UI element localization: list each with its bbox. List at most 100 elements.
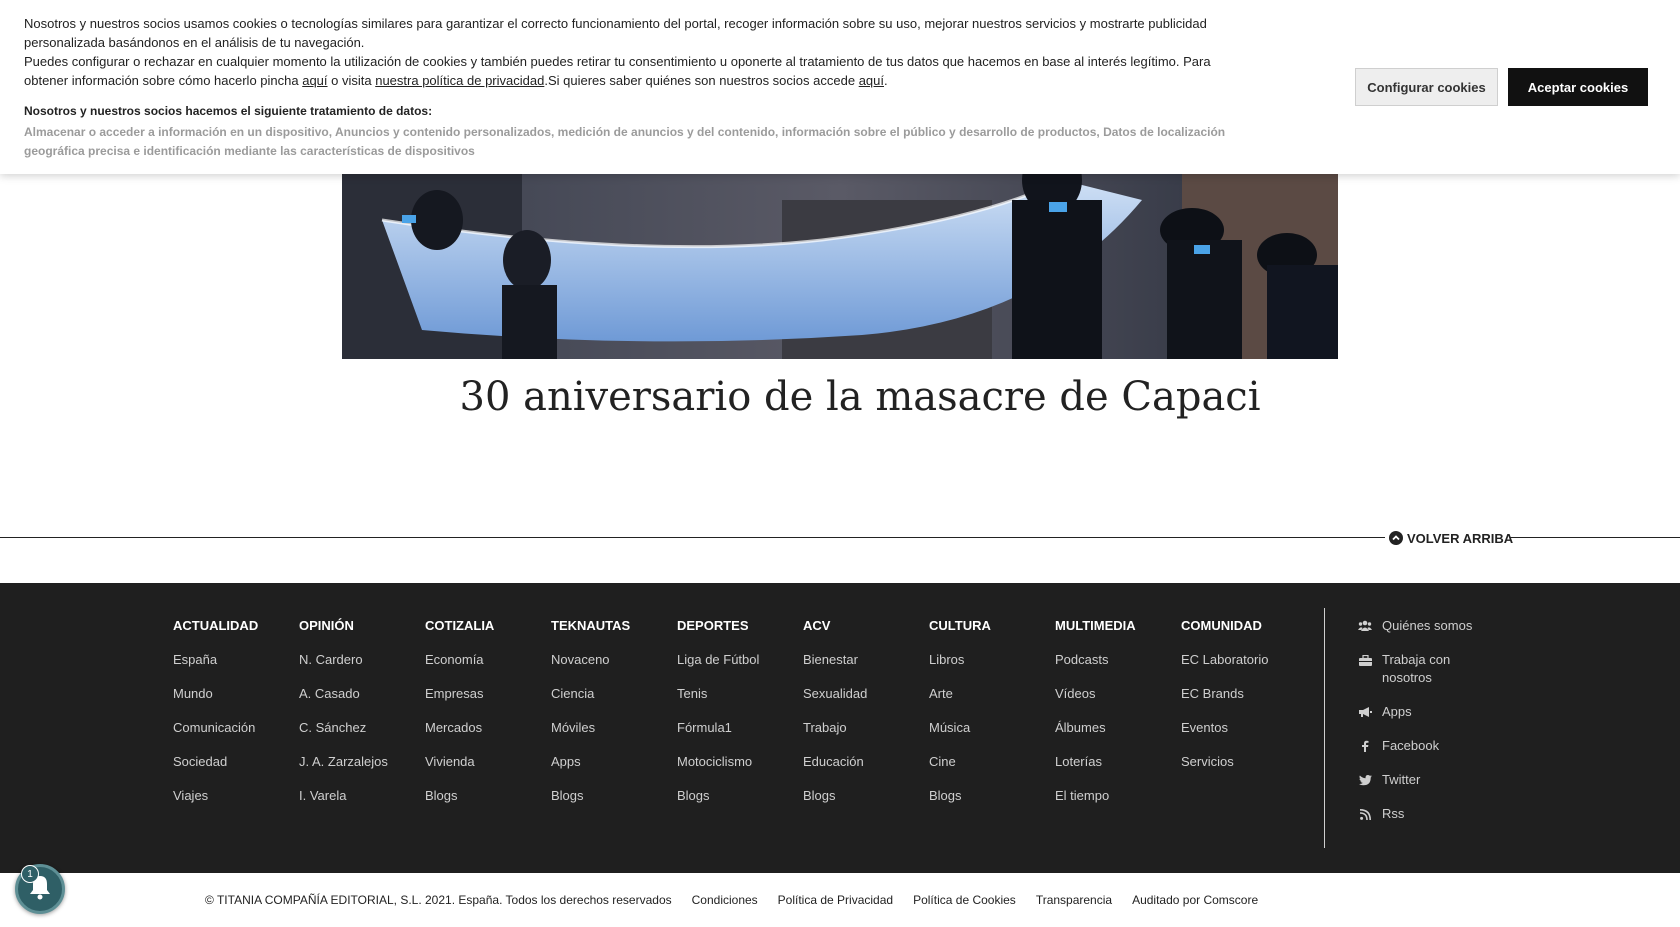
cookie-notice-text: Nosotros y nuestros socios usamos cookie… <box>24 14 1234 90</box>
footer-link[interactable]: Apps <box>551 753 677 787</box>
transparency-link[interactable]: Transparencia <box>1036 893 1112 907</box>
conditions-link[interactable]: Condiciones <box>692 893 758 907</box>
footer-column-title[interactable]: COTIZALIA <box>425 617 551 651</box>
footer-column-title[interactable]: COMUNIDAD <box>1181 617 1307 651</box>
side-link-apps[interactable]: Apps <box>1358 703 1498 721</box>
footer-column-title[interactable]: ACTUALIDAD <box>173 617 299 651</box>
privacy-policy-footer-link[interactable]: Política de Privacidad <box>778 893 893 907</box>
footer-column-title[interactable]: TEKNAUTAS <box>551 617 677 651</box>
side-link-facebook[interactable]: Facebook <box>1358 737 1498 755</box>
footer-link[interactable]: Mercados <box>425 719 551 753</box>
footer-column-multimedia: MULTIMEDIA Podcasts Vídeos Álbumes Loter… <box>1055 617 1181 821</box>
footer-link[interactable]: C. Sánchez <box>299 719 425 753</box>
footer-column-title[interactable]: ACV <box>803 617 929 651</box>
cookie-text-segment: o visita <box>327 73 376 88</box>
footer-link[interactable]: N. Cardero <box>299 651 425 685</box>
footer-link[interactable]: Blogs <box>929 787 1055 821</box>
footer-link[interactable]: Sociedad <box>173 753 299 787</box>
side-link-quienes-somos[interactable]: Quiénes somos <box>1358 617 1498 635</box>
footer-column-title[interactable]: CULTURA <box>929 617 1055 651</box>
footer-link[interactable]: A. Casado <box>299 685 425 719</box>
footer-link[interactable]: Ciencia <box>551 685 677 719</box>
footer-link[interactable]: Empresas <box>425 685 551 719</box>
side-link-label: Apps <box>1382 704 1412 719</box>
twitter-icon <box>1358 771 1372 789</box>
footer-link[interactable]: Economía <box>425 651 551 685</box>
footer-link[interactable]: Cine <box>929 753 1055 787</box>
footer-link[interactable]: Tenis <box>677 685 803 719</box>
site-footer: ACTUALIDAD España Mundo Comunicación Soc… <box>0 583 1680 873</box>
cookie-text-segment: . <box>884 73 888 88</box>
configure-cookies-button[interactable]: Configurar cookies <box>1355 68 1498 106</box>
partners-here-link[interactable]: aquí <box>859 73 884 88</box>
cookie-text-segment: .Si quieres saber quiénes son nuestros s… <box>544 73 859 88</box>
footer-link[interactable]: Música <box>929 719 1055 753</box>
footer-column-title[interactable]: DEPORTES <box>677 617 803 651</box>
cookie-paragraph-1: Nosotros y nuestros socios usamos cookie… <box>24 16 1207 50</box>
footer-link[interactable]: España <box>173 651 299 685</box>
footer-link[interactable]: Educación <box>803 753 929 787</box>
footer-link[interactable]: Vídeos <box>1055 685 1181 719</box>
footer-link[interactable]: Blogs <box>425 787 551 821</box>
footer-link[interactable]: Mundo <box>173 685 299 719</box>
footer-link[interactable]: Viajes <box>173 787 299 821</box>
footer-link[interactable]: EC Brands <box>1181 685 1307 719</box>
footer-link[interactable]: Novaceno <box>551 651 677 685</box>
footer-column-title[interactable]: MULTIMEDIA <box>1055 617 1181 651</box>
footer-link[interactable]: Blogs <box>803 787 929 821</box>
footer-link[interactable]: Arte <box>929 685 1055 719</box>
footer-column-opinion: OPINIÓN N. Cardero A. Casado C. Sánchez … <box>299 617 425 821</box>
footer-column-title[interactable]: OPINIÓN <box>299 617 425 651</box>
cookie-banner: Nosotros y nuestros socios usamos cookie… <box>0 0 1680 174</box>
footer-link[interactable]: Vivienda <box>425 753 551 787</box>
privacy-policy-link[interactable]: nuestra política de privacidad <box>375 73 544 88</box>
footer-column-teknautas: TEKNAUTAS Novaceno Ciencia Móviles Apps … <box>551 617 677 821</box>
side-link-label: Facebook <box>1382 738 1440 753</box>
footer-link[interactable]: Eventos <box>1181 719 1307 753</box>
copyright-text: © TITANIA COMPAÑÍA EDITORIAL, S.L. 2021.… <box>205 893 672 907</box>
footer-column-acv: ACV Bienestar Sexualidad Trabajo Educaci… <box>803 617 929 821</box>
footer-link[interactable]: I. Varela <box>299 787 425 821</box>
back-to-top-link[interactable]: VOLVER ARRIBA <box>1389 529 1513 547</box>
rss-icon <box>1358 805 1372 823</box>
cookie-here-link[interactable]: aquí <box>302 73 327 88</box>
footer-link[interactable]: Podcasts <box>1055 651 1181 685</box>
footer-link[interactable]: Fórmula1 <box>677 719 803 753</box>
footer-link[interactable]: J. A. Zarzalejos <box>299 753 425 787</box>
megaphone-icon <box>1358 703 1372 721</box>
comscore-link[interactable]: Auditado por Comscore <box>1132 893 1258 907</box>
side-link-trabaja[interactable]: Trabaja con nosotros <box>1358 651 1498 687</box>
facebook-icon <box>1358 737 1372 755</box>
footer-link[interactable]: Libros <box>929 651 1055 685</box>
hero-photo <box>342 160 1338 359</box>
footer-link[interactable]: Blogs <box>677 787 803 821</box>
accept-cookies-button[interactable]: Aceptar cookies <box>1508 68 1648 106</box>
article-title: 30 aniversario de la masacre de Capaci <box>459 374 1261 420</box>
side-link-twitter[interactable]: Twitter <box>1358 771 1498 789</box>
footer-column-cultura: CULTURA Libros Arte Música Cine Blogs <box>929 617 1055 821</box>
footer-link[interactable]: Trabajo <box>803 719 929 753</box>
cookie-partners-title: Nosotros y nuestros socios hacemos el si… <box>24 104 433 118</box>
footer-link[interactable]: Álbumes <box>1055 719 1181 753</box>
footer-column-cotizalia: COTIZALIA Economía Empresas Mercados Viv… <box>425 617 551 821</box>
footer-link[interactable]: EC Laboratorio <box>1181 651 1307 685</box>
footer-link[interactable]: Móviles <box>551 719 677 753</box>
briefcase-icon <box>1358 651 1372 669</box>
footer-vertical-divider <box>1324 608 1325 848</box>
footer-link[interactable]: Liga de Fútbol <box>677 651 803 685</box>
footer-bottom-bar: © TITANIA COMPAÑÍA EDITORIAL, S.L. 2021.… <box>0 873 1680 927</box>
article-hero-image <box>342 160 1338 359</box>
cookie-policy-link[interactable]: Política de Cookies <box>913 893 1016 907</box>
footer-link[interactable]: El tiempo <box>1055 787 1181 821</box>
footer-link[interactable]: Comunicación <box>173 719 299 753</box>
footer-link[interactable]: Bienestar <box>803 651 929 685</box>
footer-link[interactable]: Loterías <box>1055 753 1181 787</box>
footer-column-deportes: DEPORTES Liga de Fútbol Tenis Fórmula1 M… <box>677 617 803 821</box>
footer-column-comunidad: COMUNIDAD EC Laboratorio EC Brands Event… <box>1181 617 1307 787</box>
footer-link[interactable]: Sexualidad <box>803 685 929 719</box>
footer-link[interactable]: Motociclismo <box>677 753 803 787</box>
footer-link[interactable]: Servicios <box>1181 753 1307 787</box>
footer-link[interactable]: Blogs <box>551 787 677 821</box>
side-link-rss[interactable]: Rss <box>1358 805 1498 823</box>
notification-count-badge: 1 <box>21 865 39 883</box>
